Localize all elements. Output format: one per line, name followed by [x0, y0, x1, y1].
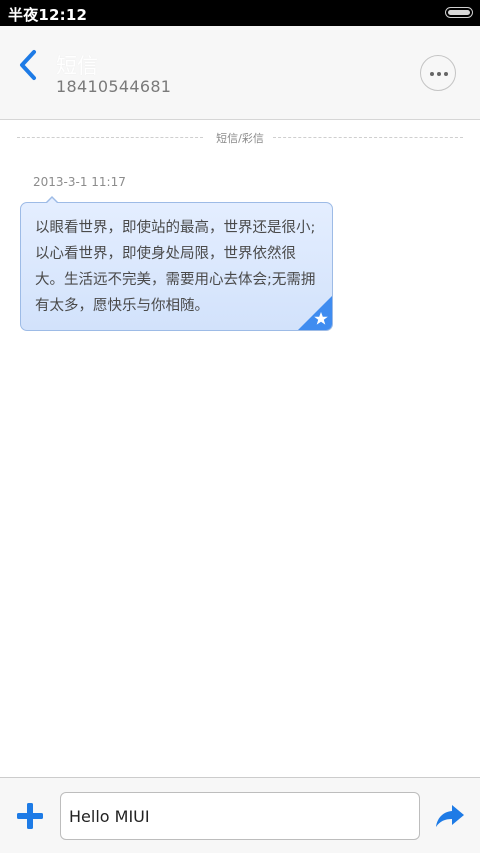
message-type-divider: 短信/彩信: [17, 127, 463, 147]
conversation-header: 短信 18410544681: [0, 26, 480, 120]
status-bar: 半夜12:12: [0, 0, 480, 26]
message-bubble[interactable]: 以眼看世界，即使站的最高，世界还是很小;以心看世界，即使身处局限，世界依然很大。…: [20, 202, 333, 331]
status-time: 半夜12:12: [8, 6, 88, 24]
message-text: 以眼看世界，即使站的最高，世界还是很小;以心看世界，即使身处局限，世界依然很大。…: [35, 220, 316, 314]
conversation-title: 短信: [56, 54, 98, 78]
chevron-left-icon: [20, 50, 36, 80]
back-button[interactable]: [14, 48, 44, 82]
send-button[interactable]: [434, 800, 466, 832]
more-dots-icon: [430, 72, 434, 76]
add-attachment-button[interactable]: [16, 802, 44, 830]
message-timestamp: 2013-3-1 11:17: [33, 175, 126, 189]
more-options-button[interactable]: [420, 55, 456, 91]
plus-icon: [17, 803, 43, 829]
contact-number: 18410544681: [56, 77, 172, 96]
message-input[interactable]: [60, 792, 420, 840]
send-arrow-icon: [436, 805, 464, 827]
battery-icon: [445, 7, 473, 18]
star-icon: [298, 296, 332, 330]
compose-bar: [0, 777, 480, 853]
divider-label: 短信/彩信: [210, 132, 270, 145]
